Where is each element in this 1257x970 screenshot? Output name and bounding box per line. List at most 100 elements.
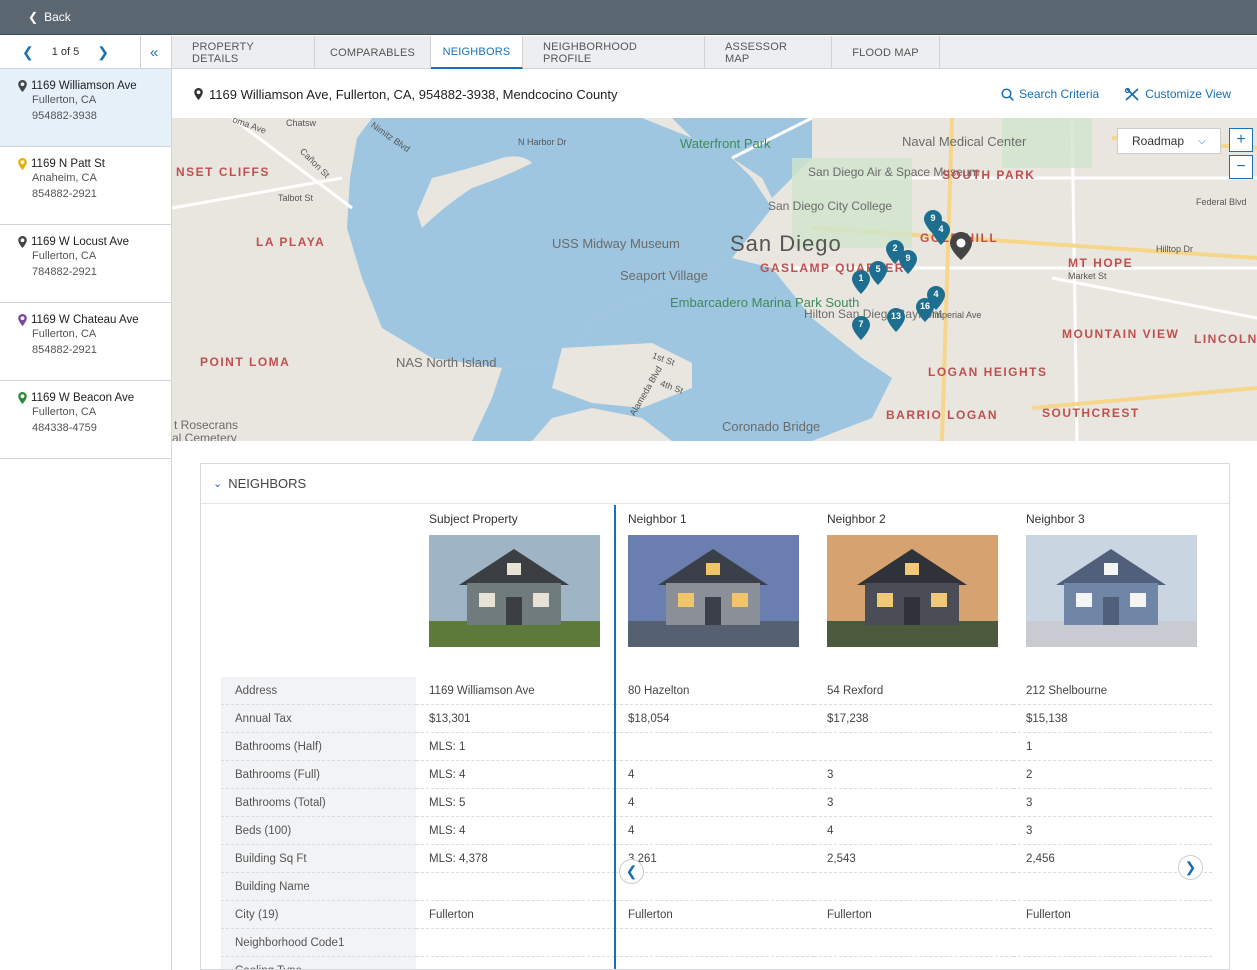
collapse-sidebar-button[interactable]: « [150, 44, 158, 61]
tab-neighbors[interactable]: NEIGHBORS [431, 36, 523, 69]
subject-address-text: 1169 Williamson Ave, Fullerton, CA, 9548… [209, 86, 618, 102]
value-cell [814, 733, 1013, 761]
property-list-item[interactable]: 1169 Williamson Ave Fullerton, CA 954882-3… [0, 69, 171, 147]
chevron-down-icon: ⌄ [213, 478, 223, 490]
neighbor-map-marker[interactable]: 9 [899, 250, 917, 274]
map-label-lincoln: LINCOLN [1194, 332, 1257, 346]
value-cell [615, 957, 814, 969]
property-sidebar: ❮ 1 of 5 ❯ « 1169 Williamson Ave Fullerto… [0, 36, 172, 970]
property-street-text: 1169 N Patt St [31, 158, 105, 170]
tab-flood-map[interactable]: FLOOD MAP [832, 36, 940, 69]
tab-assessor-map[interactable]: ASSESSOR MAP [705, 36, 832, 69]
map-label-imperial: Imperial Ave [932, 310, 982, 320]
value-cell: 3 [814, 789, 1013, 817]
previous-property-button[interactable]: ❮ [22, 44, 34, 61]
property-street-text: 1169 Williamson Ave [31, 80, 137, 92]
value-cell [1013, 929, 1212, 957]
top-bar: ❮ Back [0, 0, 1257, 35]
search-criteria-link[interactable]: Search Criteria [1001, 87, 1099, 101]
back-button[interactable]: ❮ Back [28, 10, 71, 24]
neighbors-panel: ⌄ NEIGHBORS Address Annual Tax Bathrooms (… [200, 463, 1230, 970]
property-street: 1169 N Patt St [18, 158, 171, 170]
neighbor-map-marker[interactable]: 4 [932, 221, 950, 245]
next-property-button[interactable]: ❯ [97, 44, 109, 61]
tab-bar: PROPERTY DETAILS COMPARABLES NEIGHBORS NEIG… [172, 36, 1257, 69]
map-marker-label: 4 [933, 289, 939, 299]
property-list-item[interactable]: 1169 W Chateau Ave Fullerton, CA 854882-29… [0, 303, 171, 381]
value-cell: $13,301 [416, 705, 615, 733]
map-label-south-park: SOUTH PARK [942, 168, 1036, 182]
tab-property-details[interactable]: PROPERTY DETAILS [172, 36, 315, 69]
map-marker-label: 4 [938, 224, 944, 234]
property-list-item[interactable]: 1169 W Beacon Ave Fullerton, CA 484338-475… [0, 381, 171, 459]
map-marker-label: 9 [905, 253, 911, 263]
customize-view-label: Customize View [1145, 87, 1231, 101]
house-subject [429, 535, 600, 647]
column-title: Neighbor 3 [1026, 512, 1085, 526]
property-street: 1169 W Chateau Ave [18, 314, 171, 326]
map-label-point-loma: POINT LOMA [200, 355, 291, 369]
property-zip: 784882-2921 [32, 266, 97, 278]
house-neighbor-1 [628, 535, 799, 647]
row-label: Neighborhood Code1 [221, 929, 416, 957]
value-cell: Fullerton [615, 901, 814, 929]
map-label-air-space-museum: San Diego Air & Space Museum [808, 165, 980, 179]
column-title: Neighbor 1 [628, 512, 687, 526]
tab-comparables[interactable]: COMPARABLES [315, 36, 431, 69]
neighbor-map-marker[interactable]: 13 [887, 308, 905, 332]
property-list-item[interactable]: 1169 W Locust Ave Fullerton, CA 784882-292… [0, 225, 171, 303]
map-label-embarcadero: Embarcadero Marina Park South [670, 296, 859, 310]
zoom-out-button[interactable]: − [1229, 155, 1253, 179]
value-cell: Fullerton [814, 901, 1013, 929]
value-cell: 4 [615, 789, 814, 817]
row-label: Bathrooms (Total) [221, 789, 416, 817]
property-street-text: 1169 W Chateau Ave [31, 314, 139, 326]
zoom-in-button[interactable]: + [1229, 128, 1253, 152]
property-city: Fullerton, CA [32, 328, 97, 340]
property-list: 1169 Williamson Ave Fullerton, CA 954882-3… [0, 69, 171, 459]
map-label-gaslamp: GASLAMP QUARTER [760, 261, 905, 275]
value-cell [814, 873, 1013, 901]
property-list-item[interactable]: 1169 N Patt St Anaheim, CA 854882-2921 [0, 147, 171, 225]
column-title: Subject Property [429, 512, 518, 526]
map-marker-label: 5 [875, 264, 881, 274]
map-label-mountain-view: MOUNTAIN VIEW [1062, 327, 1180, 341]
scroll-left-button[interactable]: ❮ [619, 859, 644, 884]
tab-neighborhood-profile[interactable]: NEIGHBORHOOD PROFILE [523, 36, 705, 69]
property-city: Fullerton, CA [32, 250, 97, 262]
value-cell: 1 [1013, 733, 1212, 761]
neighbors-map[interactable]: NSET CLIFFS LA PLAYA POINT LOMA NAS Nort… [172, 118, 1257, 441]
value-cell: 3 [1013, 789, 1212, 817]
map-label-market-st: Market St [1068, 271, 1107, 281]
property-street: 1169 W Beacon Ave [18, 392, 171, 404]
subject-divider [614, 505, 616, 969]
subject-location-pin-icon[interactable] [950, 232, 972, 260]
value-cell [814, 957, 1013, 969]
value-cell: 3 [814, 761, 1013, 789]
location-pin-icon [194, 88, 203, 100]
value-cell: 3,261 [615, 845, 814, 873]
value-cell [615, 733, 814, 761]
value-cell: 4 [814, 817, 1013, 845]
house-neighbor-3 [1026, 535, 1197, 647]
value-cell: $15,138 [1013, 705, 1212, 733]
comparison-column-values: 80 Hazelton $18,054 4 4 4 3,261 Fullerton [615, 677, 814, 969]
scroll-right-button[interactable]: ❯ [1178, 855, 1203, 880]
pager-text: 1 of 5 [51, 46, 80, 58]
tools-icon [1125, 87, 1139, 101]
value-cell: Fullerton [1013, 901, 1212, 929]
customize-view-link[interactable]: Customize View [1125, 87, 1231, 101]
property-street-text: 1169 W Locust Ave [31, 236, 130, 248]
location-pin-icon [18, 314, 27, 326]
property-zip: 484338-4759 [32, 422, 97, 434]
map-type-value: Roadmap [1132, 134, 1185, 148]
neighbor-map-marker[interactable]: 5 [869, 261, 887, 285]
row-label: Building Sq Ft [221, 845, 416, 873]
location-pin-icon [18, 158, 27, 170]
neighbor-map-marker[interactable]: 1 [852, 270, 870, 294]
map-type-select[interactable]: Roadmap ⌵ [1117, 128, 1221, 154]
neighbors-section-toggle[interactable]: ⌄ NEIGHBORS [201, 464, 1229, 504]
neighbor-map-marker[interactable]: 7 [852, 316, 870, 340]
neighbor-map-marker[interactable]: 4 [927, 286, 945, 310]
value-cell [615, 873, 814, 901]
